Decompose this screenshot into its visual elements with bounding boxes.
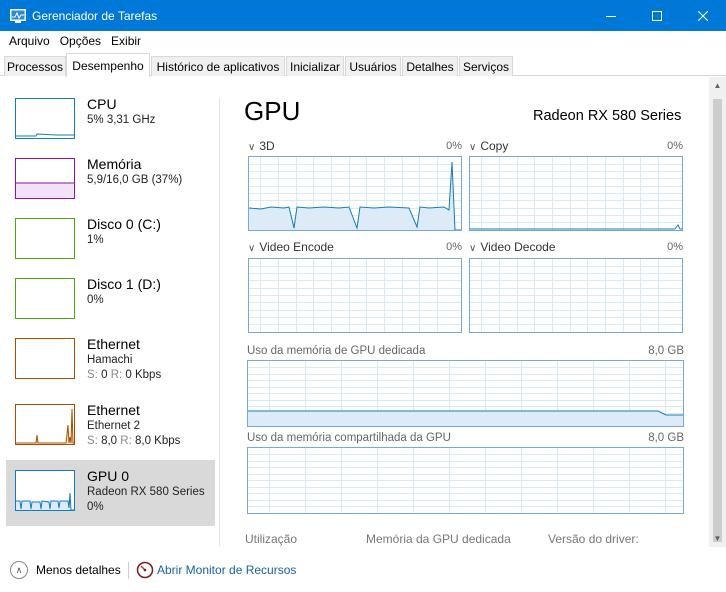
close-icon <box>698 10 708 21</box>
engine-video-encode-chart <box>249 259 461 332</box>
maximize-button[interactable] <box>634 0 680 31</box>
sidebar-item-detail: Radeon RX 580 Series <box>87 486 205 498</box>
engine-copy-percent: 0% <box>667 140 683 152</box>
dedicated-memory-label: Uso da memória de GPU dedicada <box>247 345 426 357</box>
sidebar-item-cpu[interactable]: CPU 5% 3,31 GHz <box>6 88 215 154</box>
engine-copy-chart <box>470 157 682 230</box>
tab-bar: Processos Desempenho Histórico de aplica… <box>0 53 726 77</box>
sidebar-item-label: Disco 1 (D:) <box>87 276 161 292</box>
chevron-down-icon: ∨ <box>248 243 256 254</box>
footer-separator <box>128 562 129 579</box>
sidebar-item-memoria[interactable]: Memória 5,9/16,0 GB (37%) <box>6 148 215 214</box>
tab-usuarios[interactable]: Usuários <box>345 56 401 76</box>
engine-3d-graph <box>248 156 462 231</box>
sidebar-item-detail: Ethernet 2 <box>87 420 141 432</box>
resource-monitor-icon[interactable] <box>136 561 154 579</box>
chevron-down-icon: ∨ <box>469 243 477 254</box>
engine-3d-chart <box>249 157 461 230</box>
sidebar-item-disco-1[interactable]: Disco 1 (D:) 0% <box>6 268 215 334</box>
scroll-thumb[interactable] <box>713 99 722 542</box>
tab-detalhes[interactable]: Detalhes <box>402 56 458 76</box>
engine-copy-graph <box>469 156 683 231</box>
minimize-button[interactable] <box>588 0 634 31</box>
sidebar-item-label: Ethernet <box>87 402 140 418</box>
sidebar-item-ethernet-hamachi[interactable]: Ethernet Hamachi S: 0 R: 0 Kbps <box>6 328 215 394</box>
tab-servicos[interactable]: Serviços <box>459 56 513 76</box>
dedicated-memory-max: 8,0 GB <box>648 345 684 357</box>
ethernet-hamachi-thumbnail <box>15 338 75 379</box>
page-title: GPU <box>244 96 301 126</box>
open-resource-monitor-link[interactable]: Abrir Monitor de Recursos <box>157 563 296 577</box>
disk0-thumbnail <box>15 218 75 259</box>
vertical-scrollbar[interactable]: ▲ ▼ <box>709 77 726 547</box>
engine-video-decode-graph <box>469 258 683 333</box>
scroll-up-icon[interactable]: ▲ <box>709 77 726 94</box>
gpu-model-name: Radeon RX 580 Series <box>533 108 682 124</box>
title-bar: Gerenciador de Tarefas <box>0 0 726 31</box>
tab-processos[interactable]: Processos <box>4 56 66 76</box>
window-title: Gerenciador de Tarefas <box>32 8 158 23</box>
menu-opcoes[interactable]: Opções <box>55 34 106 48</box>
chevron-up-circle-icon[interactable]: ∧ <box>10 561 28 579</box>
maximize-icon <box>652 10 662 21</box>
engine-video-decode-percent: 0% <box>667 241 683 253</box>
task-manager-icon <box>10 8 26 23</box>
sidebar-item-gpu-0[interactable]: GPU 0 Radeon RX 580 Series 0% <box>6 460 215 526</box>
shared-memory-chart <box>248 448 683 513</box>
chevron-down-icon: ∨ <box>469 142 477 153</box>
scroll-down-icon[interactable]: ▼ <box>709 530 726 547</box>
engine-video-encode-graph <box>248 258 462 333</box>
gpu-thumbnail <box>15 470 75 511</box>
sidebar-item-ethernet-2[interactable]: Ethernet Ethernet 2 S: 8,0 R: 8,0 Kbps <box>6 394 215 460</box>
engine-3d-percent: 0% <box>446 140 462 152</box>
sidebar-item-label: CPU <box>87 96 117 112</box>
menu-exibir[interactable]: Exibir <box>106 34 146 48</box>
stat-utilizacao: Utilização <box>245 532 298 546</box>
chevron-down-icon: ∨ <box>248 142 256 153</box>
sidebar-item-detail: 5,9/16,0 GB (37%) <box>87 174 183 186</box>
sidebar-item-label: Disco 0 (C:) <box>87 216 161 232</box>
sidebar-item-detail: 5% 3,31 GHz <box>87 114 156 126</box>
sidebar-item-detail: Hamachi <box>87 354 133 366</box>
panel-divider <box>219 98 220 546</box>
engine-3d-label[interactable]: ∨ 3D <box>248 139 275 153</box>
sidebar-item-disco-0[interactable]: Disco 0 (C:) 1% <box>6 208 215 274</box>
engine-copy-label[interactable]: ∨ Copy <box>469 139 508 153</box>
stat-versao-driver: Versão do driver: <box>548 532 639 546</box>
sidebar-item-usage: 0% <box>87 501 104 513</box>
disk1-thumbnail <box>15 278 75 319</box>
memory-thumbnail <box>15 158 75 199</box>
sidebar-item-label: Ethernet <box>87 336 140 352</box>
shared-memory-max: 8,0 GB <box>648 432 684 444</box>
cpu-thumbnail <box>15 98 75 139</box>
shared-memory-graph <box>247 447 684 514</box>
engine-video-encode-percent: 0% <box>446 241 462 253</box>
sidebar-item-label: GPU 0 <box>87 468 130 484</box>
menu-arquivo[interactable]: Arquivo <box>4 34 55 48</box>
sidebar-item-detail: 0% <box>87 294 104 306</box>
dedicated-memory-graph <box>247 360 684 427</box>
engine-video-encode-label[interactable]: ∨ Video Encode <box>248 240 334 254</box>
dedicated-memory-chart <box>248 361 683 426</box>
footer: ∧ Menos detalhes Abrir Monitor de Recurs… <box>0 556 726 586</box>
engine-video-decode-label[interactable]: ∨ Video Decode <box>469 240 556 254</box>
engine-video-decode-chart <box>470 259 682 332</box>
tab-historico[interactable]: Histórico de aplicativos <box>151 56 285 76</box>
less-details-button[interactable]: Menos detalhes <box>36 563 121 577</box>
sidebar-item-detail: 1% <box>87 234 104 246</box>
sidebar-item-throughput: S: 8,0 R: 8,0 Kbps <box>87 435 181 447</box>
sidebar-item-throughput: S: 0 R: 0 Kbps <box>87 369 162 381</box>
tab-inicializar[interactable]: Inicializar <box>286 56 344 76</box>
sidebar-item-label: Memória <box>87 156 142 172</box>
minimize-icon <box>606 15 616 17</box>
close-button[interactable] <box>680 0 726 31</box>
tab-desempenho[interactable]: Desempenho <box>66 53 150 77</box>
stat-memoria-dedicada: Memória da GPU dedicada <box>366 532 511 546</box>
ethernet2-thumbnail <box>15 404 75 445</box>
shared-memory-label: Uso da memória compartilhada da GPU <box>247 432 451 444</box>
menu-bar: Arquivo Opções Exibir <box>0 31 726 51</box>
